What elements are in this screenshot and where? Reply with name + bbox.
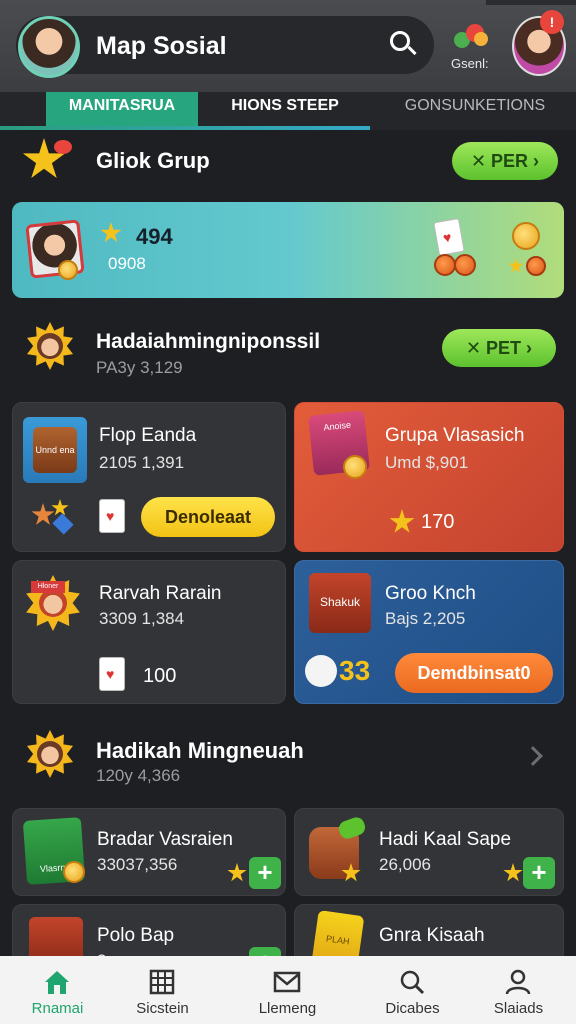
- home-icon: [45, 971, 69, 994]
- card-value: 33: [339, 655, 371, 686]
- card-title: Rarvah Rarain: [99, 583, 222, 604]
- star-icon: [31, 503, 55, 525]
- group-per-button[interactable]: ✕ PER ›: [452, 142, 558, 180]
- card-value: 100: [143, 665, 177, 687]
- card-title: Gnra Kisaah: [379, 925, 485, 946]
- star-icon: [227, 863, 247, 882]
- tab-hions-steep[interactable]: HIONS STEEP: [200, 92, 370, 126]
- star-icon: [508, 258, 524, 273]
- social-label: Gsenl:: [451, 56, 489, 71]
- card-title: Polo Bap: [97, 925, 175, 946]
- tab-gonsunketions[interactable]: GONSUNKETIONS: [380, 92, 570, 126]
- card-title: Hadi Kaal Sape: [379, 829, 512, 850]
- card-title: Groo Knch: [385, 583, 476, 604]
- nav-label: Dicabes: [385, 1000, 440, 1017]
- chip-icon: [526, 256, 546, 276]
- sun-avatar-icon: [26, 730, 74, 778]
- card-subtitle: 3309 1,384: [99, 609, 185, 628]
- gem-icon: [52, 513, 74, 535]
- bottom-nav: Rnamai Sicstein Llemeng Dicabes Slaiads: [0, 956, 576, 1024]
- star-icon: [22, 136, 72, 184]
- group-card[interactable]: PLAH Gnra Kisaah: [294, 904, 564, 964]
- section-title: Hadaiahmingniponssil: [96, 330, 321, 353]
- group-card[interactable]: Unnd ena Flop Eanda 2105 1,391 Denoleaat: [12, 402, 286, 552]
- card-title: Bradar Vasraien: [97, 829, 233, 850]
- section-subtitle: 120y 4,366: [96, 766, 181, 785]
- playing-card-icon: [99, 657, 125, 691]
- demdbinsat-button[interactable]: Demdbinsat0: [395, 653, 553, 693]
- hadaia-pet-button[interactable]: ✕ PET ›: [442, 329, 556, 367]
- card-title: Grupa Vlasasich: [385, 425, 525, 446]
- nav-item-home[interactable]: Rnamai: [0, 956, 115, 1024]
- banner-count: 494: [136, 224, 173, 249]
- nav-label: Llemeng: [258, 1000, 317, 1017]
- section-title: Gliok Grup: [96, 148, 210, 173]
- group-card[interactable]: Polo Bap 3... +: [12, 904, 286, 964]
- search-icon[interactable]: [388, 29, 418, 59]
- card-thumbnail: Hloner: [25, 575, 81, 631]
- chevron-right-icon[interactable]: [523, 746, 543, 766]
- card-thumbnail: Shakuk: [309, 573, 371, 633]
- playing-card-icon: [433, 218, 465, 256]
- nav-item-slaiads[interactable]: Slaiads: [461, 956, 576, 1024]
- social-icon[interactable]: [454, 22, 490, 50]
- coin-icon: [343, 455, 367, 479]
- add-button[interactable]: +: [249, 857, 281, 889]
- card-subtitle: Bajs 2,205: [385, 609, 466, 628]
- playing-card-icon: [99, 499, 125, 533]
- top-bar: Map Sosial Gsenl: !: [0, 0, 576, 92]
- group-card[interactable]: Vlasrnn Bradar Vasraien 33037,356 +: [12, 808, 286, 896]
- star-icon: [389, 509, 415, 533]
- notification-badge[interactable]: !: [540, 10, 564, 34]
- coin-icon: [512, 222, 540, 250]
- chip-icon: [454, 254, 476, 276]
- grid-icon: [149, 969, 175, 995]
- card-thumbnail: Unnd ena: [23, 417, 87, 483]
- mail-icon: [273, 971, 301, 993]
- section-title: Hadikah Mingneuah: [96, 738, 304, 763]
- nav-label: Rnamai: [31, 1000, 84, 1017]
- nav-label: Slaiads: [493, 1000, 544, 1017]
- star-icon: [503, 863, 523, 882]
- card-subtitle: 33037,356: [97, 855, 178, 874]
- tab-manitasrua[interactable]: MANITASRUA: [46, 92, 198, 126]
- nav-item-sicstein[interactable]: Sicstein: [105, 956, 220, 1024]
- chip-icon: [434, 254, 456, 276]
- avatar[interactable]: [18, 16, 80, 78]
- tab-indicator: [0, 126, 370, 130]
- nav-item-llemeng[interactable]: Llemeng: [230, 956, 345, 1024]
- group-banner[interactable]: 494 0908: [12, 202, 564, 298]
- group-card[interactable]: Hadi Kaal Sape 26,006 +: [294, 808, 564, 896]
- nav-label: Sicstein: [136, 1000, 189, 1017]
- user-icon: [505, 969, 531, 995]
- coin-icon: [63, 861, 85, 883]
- group-card[interactable]: Shakuk Groo Knch Bajs 2,205 33 Demdbinsa…: [294, 560, 564, 704]
- card-subtitle: 26,006: [379, 855, 431, 874]
- coin-icon: [58, 260, 78, 280]
- card-subtitle: Umd $,901: [385, 453, 469, 472]
- card-title: Flop Eanda: [99, 425, 197, 446]
- tab-bar: MANITASRUA HIONS STEEP GONSUNKETIONS: [0, 92, 576, 130]
- app-title: Map Sosial: [96, 32, 227, 60]
- nav-item-dicabes[interactable]: Dicabes: [355, 956, 470, 1024]
- add-button[interactable]: +: [523, 857, 555, 889]
- star-icon: [100, 222, 122, 243]
- group-card[interactable]: Hloner Rarvah Rarain 3309 1,384 100: [12, 560, 286, 704]
- app-header-pill[interactable]: Map Sosial: [16, 16, 434, 78]
- group-card[interactable]: Anoise Grupa Vlasasich Umd $,901 170: [294, 402, 564, 552]
- banner-subtitle: 0908: [108, 254, 146, 273]
- section-subtitle: PA3y 3,129: [96, 358, 183, 377]
- card-value: 170: [421, 511, 455, 533]
- search-icon: [400, 970, 425, 995]
- sun-avatar-icon: [26, 322, 74, 370]
- denoleaat-button[interactable]: Denoleaat: [141, 497, 275, 537]
- card-subtitle: 2105 1,391: [99, 453, 185, 472]
- dice-icon: [305, 655, 337, 687]
